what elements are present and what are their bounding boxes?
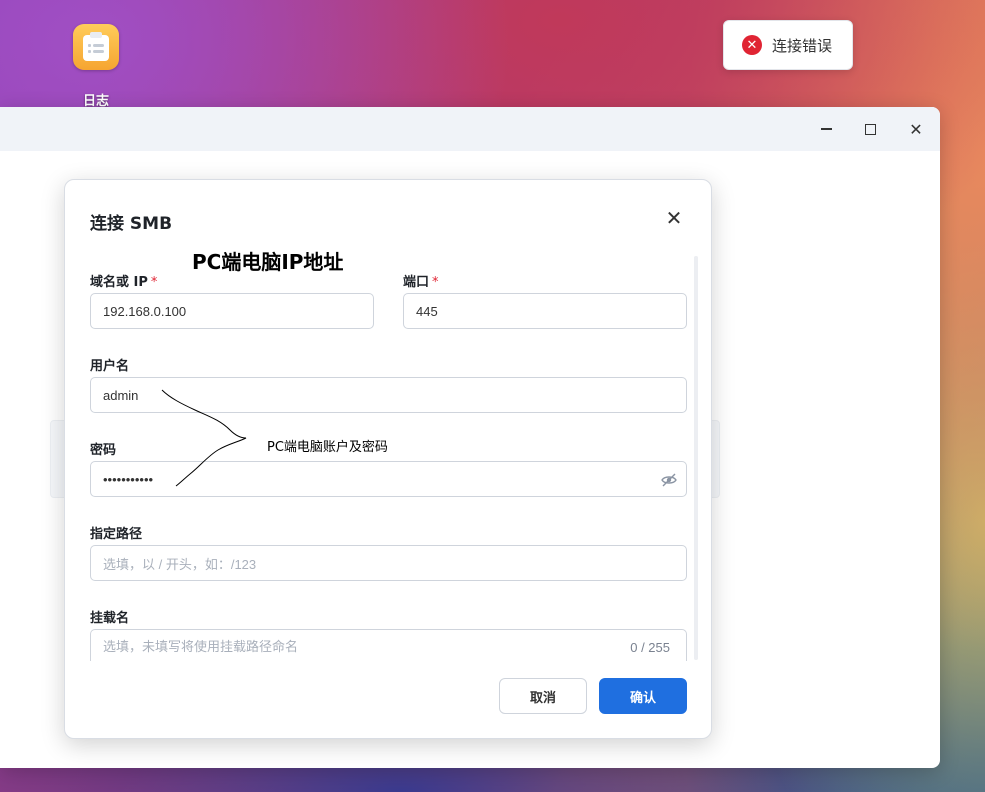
error-toast: ✕ 连接错误 (723, 20, 853, 70)
scrollbar-thumb[interactable] (694, 256, 698, 660)
password-input-value: ••••••••••• (103, 471, 154, 487)
char-counter: 0 / 255 (630, 640, 670, 655)
dialog-scrollbar[interactable] (694, 256, 698, 660)
maximize-icon[interactable] (856, 115, 884, 143)
username-input-value: admin (103, 387, 139, 403)
mount-name-placeholder: 选填，未填写将使用挂载路径命名 (103, 639, 299, 654)
close-icon[interactable]: ✕ (663, 206, 685, 230)
annotation-arrow (161, 389, 247, 487)
port-input-value: 445 (416, 303, 438, 319)
port-label-text: 端口 (403, 275, 430, 290)
host-input[interactable]: 192.168.0.100 (90, 293, 374, 329)
password-label: 密码 (90, 443, 117, 458)
port-label: 端口 * (403, 271, 439, 290)
required-mark: * (432, 275, 439, 290)
window-close-icon[interactable]: ✕ (902, 115, 930, 143)
minimize-icon[interactable] (812, 115, 840, 143)
dialog-title: 连接 SMB (90, 214, 173, 234)
confirm-button[interactable]: 确认 (599, 678, 687, 714)
required-mark: * (150, 275, 158, 290)
annotation-account-text: PC端电脑账户及密码 (267, 440, 388, 455)
desktop-icon-log[interactable]: 日志 (68, 24, 124, 109)
port-input[interactable]: 445 (403, 293, 687, 329)
username-label: 用户名 (90, 359, 130, 374)
cancel-button[interactable]: 取消 (499, 678, 587, 714)
mount-name-input[interactable]: 选填，未填写将使用挂载路径命名 0 / 255 (90, 629, 687, 661)
path-input[interactable]: 选填，以 / 开头，如：/123 (90, 545, 687, 581)
host-input-value: 192.168.0.100 (103, 303, 187, 319)
host-label-text: 域名或 IP (90, 275, 148, 290)
mount-name-label: 挂载名 (90, 611, 130, 626)
clipboard-list-icon (73, 24, 119, 70)
eye-off-icon[interactable] (660, 471, 678, 489)
smb-connect-dialog: 连接 SMB ✕ PC端电脑IP地址 域名或 IP * 192.168.0.100… (64, 179, 712, 739)
path-input-placeholder: 选填，以 / 开头，如：/123 (103, 556, 257, 572)
window-titlebar: ✕ (0, 107, 940, 151)
error-circle-icon: ✕ (742, 35, 762, 55)
annotation-ip-title: PC端电脑IP地址 (192, 250, 344, 274)
path-label: 指定路径 (90, 527, 143, 542)
toast-message: 连接错误 (772, 36, 833, 55)
host-label: 域名或 IP * (90, 271, 157, 290)
